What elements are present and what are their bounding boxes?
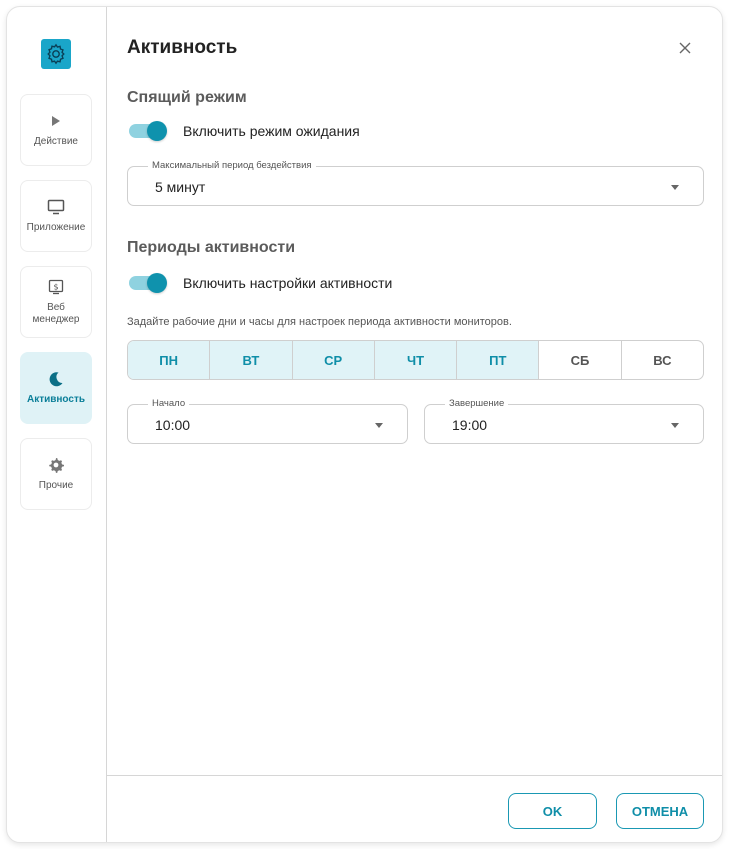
sidebar-item-label: Активность bbox=[26, 394, 86, 405]
day-friday[interactable]: ПТ bbox=[457, 341, 540, 379]
sidebar-item-other[interactable]: Прочие bbox=[20, 438, 92, 510]
start-time-label: Начало bbox=[148, 398, 190, 410]
sleep-toggle-label: Включить режим ожидания bbox=[183, 123, 360, 139]
sidebar: Действие Приложение $ Веб менеджер Актив… bbox=[7, 7, 107, 842]
web-manager-icon: $ bbox=[48, 278, 64, 296]
activity-hint-text: Задайте рабочие дни и часы для настроек … bbox=[127, 316, 512, 328]
chevron-down-icon bbox=[671, 185, 679, 190]
monitor-icon bbox=[47, 198, 65, 216]
footer-divider bbox=[107, 775, 722, 776]
ok-button[interactable]: OK bbox=[508, 793, 597, 829]
activity-toggle-row: Включить настройки активности bbox=[127, 273, 392, 293]
close-icon[interactable] bbox=[675, 38, 695, 58]
activity-toggle-label: Включить настройки активности bbox=[183, 275, 393, 291]
sidebar-item-label: Действие bbox=[34, 136, 78, 147]
idle-period-label: Максимальный период бездействия bbox=[148, 160, 316, 172]
sidebar-item-label: Веб менеджер bbox=[32, 302, 80, 325]
sidebar-item-action[interactable]: Действие bbox=[20, 94, 92, 166]
chevron-down-icon bbox=[375, 423, 383, 428]
sleep-toggle-row: Включить режим ожидания bbox=[127, 121, 360, 141]
sidebar-item-label: Прочие bbox=[38, 480, 74, 491]
sidebar-item-web-manager[interactable]: $ Веб менеджер bbox=[20, 266, 92, 338]
dialog-title: Активность bbox=[127, 37, 238, 58]
weekday-selector: ПН ВТ СР ЧТ ПТ СБ ВС bbox=[127, 340, 704, 380]
day-saturday[interactable]: СБ bbox=[539, 341, 622, 379]
activity-section-title: Периоды активности bbox=[127, 239, 296, 256]
end-time-label: Завершение bbox=[445, 398, 509, 410]
idle-period-select[interactable]: Максимальный период бездействия 5 минут bbox=[127, 160, 704, 206]
moon-icon bbox=[48, 370, 64, 388]
chevron-down-icon bbox=[671, 423, 679, 428]
day-monday[interactable]: ПН bbox=[128, 341, 211, 379]
activity-settings-toggle[interactable] bbox=[127, 273, 167, 293]
sleep-mode-toggle[interactable] bbox=[127, 121, 167, 141]
cancel-button[interactable]: ОТМЕНА bbox=[616, 793, 704, 829]
end-time-select[interactable]: Завершение 19:00 bbox=[424, 398, 704, 444]
activity-dialog: Действие Приложение $ Веб менеджер Актив… bbox=[6, 6, 723, 843]
gear-icon bbox=[48, 456, 64, 474]
start-time-select[interactable]: Начало 10:00 bbox=[127, 398, 408, 444]
day-sunday[interactable]: ВС bbox=[622, 341, 703, 379]
end-time-value: 19:00 bbox=[452, 417, 488, 433]
day-tuesday[interactable]: ВТ bbox=[210, 341, 293, 379]
day-thursday[interactable]: ЧТ bbox=[374, 341, 458, 379]
idle-period-value: 5 минут bbox=[155, 179, 206, 195]
app-settings-logo-icon bbox=[41, 39, 71, 69]
sidebar-item-activity[interactable]: Активность bbox=[20, 352, 92, 424]
start-time-value: 10:00 bbox=[155, 417, 191, 433]
sidebar-item-application[interactable]: Приложение bbox=[20, 180, 92, 252]
sleep-section-title: Спящий режим bbox=[127, 89, 247, 106]
sidebar-item-label: Приложение bbox=[26, 222, 86, 233]
day-wednesday[interactable]: СР bbox=[292, 341, 375, 379]
svg-text:$: $ bbox=[53, 283, 58, 292]
play-icon bbox=[51, 112, 61, 130]
